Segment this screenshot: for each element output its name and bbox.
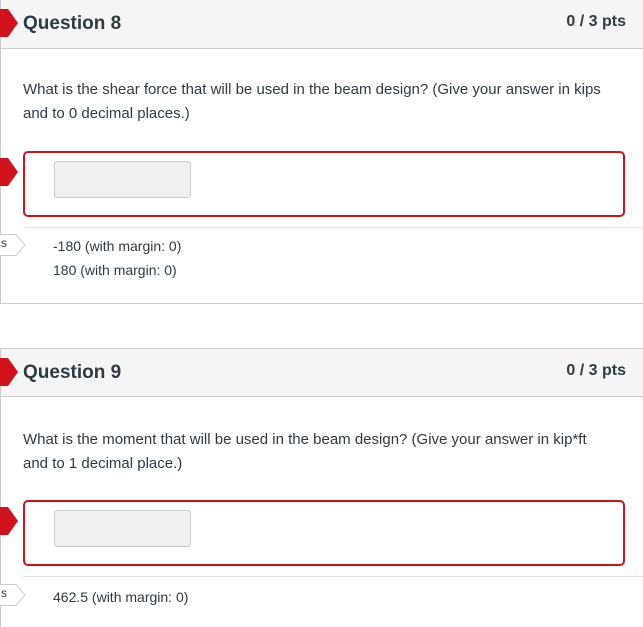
divider — [23, 576, 643, 577]
incorrect-flag-icon — [0, 358, 18, 386]
question-points: 0 / 3 pts — [566, 362, 626, 379]
incorrect-flag-icon — [0, 507, 18, 535]
question-text: What is the moment that will be used in … — [23, 431, 587, 472]
question-title: Question 8 — [23, 13, 122, 34]
question-title: Question 9 — [23, 362, 122, 383]
tab-label: s — [1, 236, 7, 250]
question-text: What is the shear force that will be use… — [23, 81, 601, 122]
correct-answer: -180 (with margin: 0) — [53, 238, 182, 254]
divider — [23, 227, 643, 228]
correct-answers: -180 (with margin: 0) 180 (with margin: … — [53, 234, 181, 282]
question-points: 0 / 3 pts — [566, 13, 626, 30]
question-9: Question 9 0 / 3 pts What is the moment … — [0, 348, 643, 627]
incorrect-flag-icon — [0, 158, 18, 186]
answer-box-incorrect — [23, 151, 625, 217]
answer-input[interactable] — [54, 510, 191, 547]
correct-answers: 462.5 (with margin: 0) — [53, 585, 188, 609]
question-header: Question 9 0 / 3 pts — [1, 349, 643, 397]
answer-box-incorrect — [23, 500, 625, 566]
correct-answer-tab: s — [0, 584, 26, 606]
question-8: Question 8 0 / 3 pts What is the shear f… — [0, 0, 643, 304]
correct-answer-tab: s — [0, 234, 26, 256]
correct-answer: 462.5 (with margin: 0) — [53, 589, 189, 605]
incorrect-flag-icon — [0, 9, 18, 37]
correct-answer: 180 (with margin: 0) — [53, 262, 177, 278]
answer-input[interactable] — [54, 161, 191, 198]
tab-label: s — [1, 586, 7, 600]
question-header: Question 8 0 / 3 pts — [1, 0, 643, 49]
